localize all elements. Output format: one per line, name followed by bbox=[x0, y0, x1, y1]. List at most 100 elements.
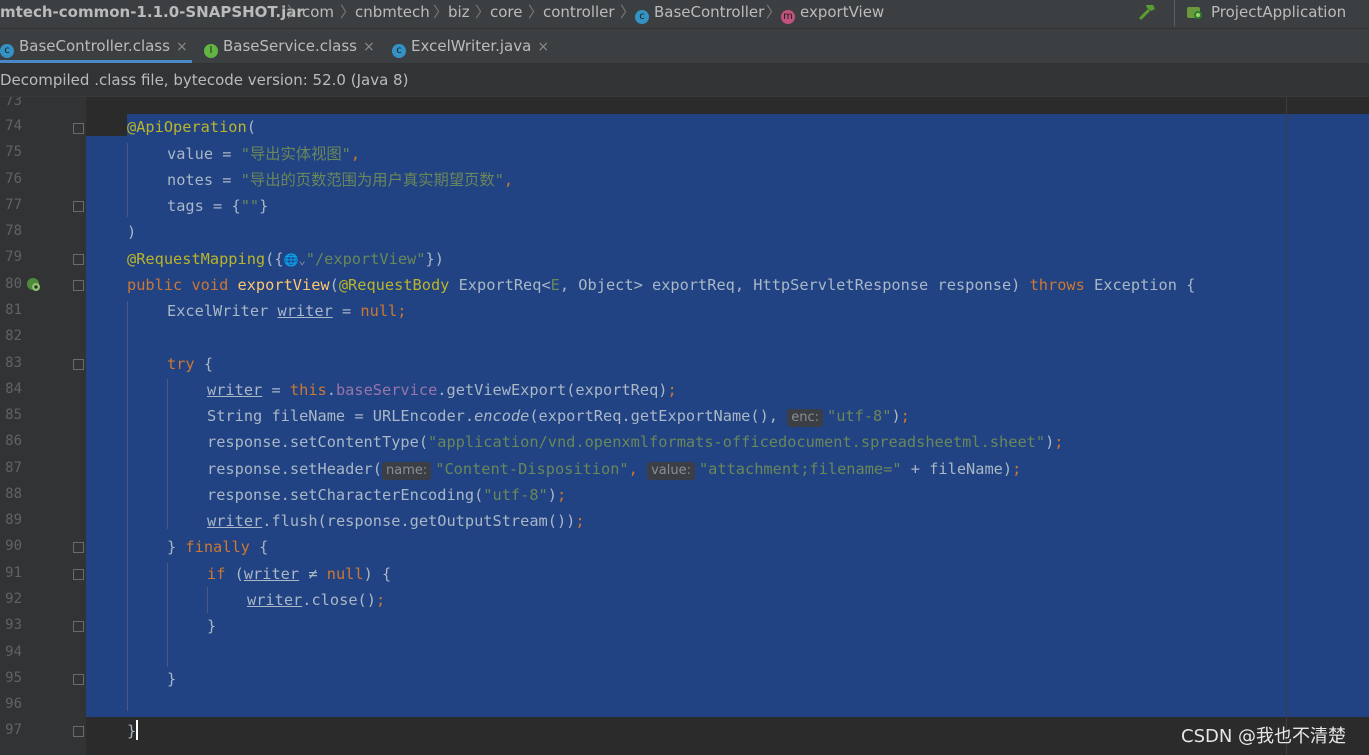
code-text: String fileName = URLEncoder. bbox=[207, 407, 475, 425]
line-number: 96 bbox=[5, 696, 22, 712]
close-icon[interactable]: × bbox=[176, 39, 188, 55]
parameter-hint: enc: bbox=[787, 409, 823, 427]
run-configuration-selector[interactable]: ProjectApplication bbox=[1174, 0, 1369, 26]
code-text: ) bbox=[547, 486, 557, 504]
string-literal: "attachment;filename=" bbox=[698, 460, 902, 478]
breadcrumb-package-controller[interactable]: controller bbox=[543, 0, 615, 24]
code-text: (exportReq.getExportName(), bbox=[529, 407, 788, 425]
code-line-88: response.setCharacterEncoding("utf-8"); bbox=[207, 485, 566, 505]
fold-marker-icon[interactable] bbox=[73, 280, 84, 291]
method-name: exportView bbox=[237, 276, 330, 294]
string-literal: "utf-8" bbox=[826, 407, 892, 425]
code-line-85: String fileName = URLEncoder.encode(expo… bbox=[207, 406, 910, 427]
watermark: CSDN @我也不清楚 bbox=[1181, 726, 1347, 747]
globe-icon[interactable]: 🌐⌄ bbox=[284, 253, 306, 267]
line-number: 95 bbox=[5, 670, 22, 686]
tab-basecontroller[interactable]: c BaseController.class × bbox=[0, 29, 192, 63]
variable: writer bbox=[207, 512, 263, 530]
chevron-right-icon: 〉 bbox=[340, 3, 356, 21]
keyword: public void bbox=[127, 276, 238, 294]
code-text: { bbox=[249, 538, 269, 556]
code-line-76: notes = "导出的页数范围为用户真实期望页数", bbox=[167, 170, 513, 190]
tab-baseservice[interactable]: I BaseService.class × bbox=[204, 29, 382, 63]
fold-marker-icon[interactable] bbox=[73, 674, 84, 685]
annotation: @RequestMapping bbox=[127, 250, 266, 268]
tab-excelwriter[interactable]: c ExcelWriter.java × bbox=[392, 29, 560, 63]
spring-bean-gutter-icon[interactable] bbox=[26, 277, 42, 293]
breadcrumb-class[interactable]: c BaseController bbox=[635, 0, 764, 24]
class-icon: c bbox=[635, 10, 649, 24]
code-text: + fileName) bbox=[901, 460, 1013, 478]
chevron-right-icon: 〉 bbox=[433, 3, 449, 21]
line-number: 86 bbox=[5, 433, 22, 449]
hammer-icon[interactable] bbox=[1138, 2, 1158, 29]
close-icon[interactable]: × bbox=[537, 39, 549, 55]
code-text: ; bbox=[397, 302, 407, 320]
code-editor[interactable]: 73 74 75 76 77 78 79 80 81 82 83 84 85 8… bbox=[0, 97, 1369, 755]
fold-marker-icon[interactable] bbox=[73, 542, 84, 553]
parameter-hint: name: bbox=[381, 462, 432, 480]
parameter-hint: value: bbox=[647, 462, 695, 480]
chevron-right-icon: 〉 bbox=[620, 3, 636, 21]
fold-marker-icon[interactable] bbox=[73, 569, 84, 580]
line-number: 93 bbox=[5, 617, 22, 633]
breadcrumb-method[interactable]: m exportView bbox=[781, 0, 884, 24]
keyword: finally bbox=[185, 538, 250, 556]
breadcrumb-package-cnbmtech[interactable]: cnbmtech bbox=[355, 0, 430, 24]
code-text: .close() bbox=[302, 591, 376, 609]
breadcrumb-package-core[interactable]: core bbox=[490, 0, 523, 24]
variable: writer bbox=[247, 591, 303, 609]
code-text: } bbox=[167, 538, 186, 556]
breadcrumb-package-biz[interactable]: biz bbox=[448, 0, 470, 24]
code-text: ExportReq< bbox=[449, 276, 551, 294]
line-number: 79 bbox=[5, 249, 22, 265]
fold-marker-icon[interactable] bbox=[73, 201, 84, 212]
breadcrumb-jar[interactable]: mtech-common-1.1.0-SNAPSHOT.jar bbox=[0, 0, 304, 24]
decompiled-notice: Decompiled .class file, bytecode version… bbox=[0, 64, 1369, 97]
keyword: try bbox=[167, 355, 195, 373]
keyword: null bbox=[326, 565, 364, 583]
line-number: 82 bbox=[5, 328, 22, 344]
line-number: 94 bbox=[5, 644, 22, 660]
indent-guide bbox=[127, 301, 128, 711]
line-number: 77 bbox=[5, 197, 22, 213]
fold-marker-icon[interactable] bbox=[73, 621, 84, 632]
fold-marker-icon[interactable] bbox=[73, 123, 84, 134]
code-line-79: @RequestMapping({🌐⌄"/exportView"}) bbox=[127, 249, 444, 270]
code-text: ; bbox=[1054, 433, 1064, 451]
code-text: { bbox=[194, 355, 214, 373]
right-margin-guide bbox=[1286, 97, 1287, 755]
code-line-87: response.setHeader(name: "Content-Disposi… bbox=[207, 459, 1021, 480]
indent-guide bbox=[167, 563, 168, 667]
line-number: 74 bbox=[5, 118, 22, 134]
code-text: ; bbox=[556, 486, 567, 504]
code-text: ( bbox=[225, 565, 244, 583]
tab-label: BaseController.class bbox=[19, 37, 170, 55]
run-configuration-label: ProjectApplication bbox=[1211, 3, 1347, 21]
fold-marker-icon[interactable] bbox=[73, 254, 84, 265]
code-text: ( bbox=[246, 118, 256, 136]
code-line-95: } bbox=[167, 669, 176, 689]
fold-marker-icon[interactable] bbox=[73, 726, 84, 737]
line-number: 97 bbox=[5, 722, 22, 738]
method-icon: m bbox=[781, 10, 795, 24]
code-text: value = bbox=[167, 145, 241, 163]
fold-marker-icon[interactable] bbox=[73, 359, 84, 370]
annotation: @RequestBody bbox=[338, 276, 450, 294]
tab-label: ExcelWriter.java bbox=[411, 37, 532, 55]
code-line-84: writer = this.baseService.getViewExport(… bbox=[207, 380, 677, 400]
string-literal: "/exportView" bbox=[305, 250, 426, 268]
code-text: } bbox=[127, 722, 137, 740]
keyword: this bbox=[289, 381, 327, 399]
code-text: } bbox=[259, 197, 269, 215]
code-line-81: ExcelWriter writer = null; bbox=[167, 301, 406, 321]
code-text: , Object> exportReq, HttpServletResponse… bbox=[559, 276, 1030, 294]
code-line-83: try { bbox=[167, 354, 213, 374]
breadcrumb-package-com[interactable]: com bbox=[302, 0, 334, 24]
code-text: ≠ bbox=[299, 565, 327, 583]
close-icon[interactable]: × bbox=[363, 39, 375, 55]
line-number: 84 bbox=[5, 381, 22, 397]
variable: writer bbox=[243, 565, 300, 583]
code-text: ; bbox=[375, 591, 386, 609]
code-line-77: tags = {""} bbox=[167, 196, 268, 216]
